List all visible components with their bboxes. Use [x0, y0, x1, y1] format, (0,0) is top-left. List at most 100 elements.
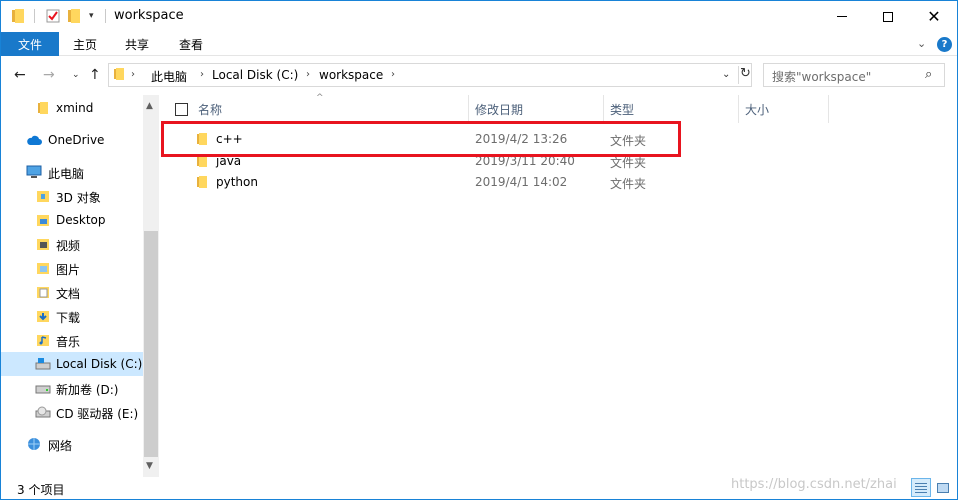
sidebar-item-label: 下载	[56, 311, 81, 325]
breadcrumb-separator-icon[interactable]: ›	[391, 69, 395, 80]
close-icon: ✕	[927, 6, 941, 26]
column-header-date[interactable]: 修改日期	[475, 95, 523, 123]
file-date: 2019/4/1 14:02	[475, 175, 568, 189]
details-view-button[interactable]	[911, 478, 931, 497]
customize-quick-access-icon[interactable]: ▾	[89, 8, 94, 24]
large-icons-view-icon	[937, 482, 949, 493]
maximize-button[interactable]	[865, 1, 911, 32]
cd-drive-icon	[35, 404, 51, 420]
breadcrumb-separator-icon[interactable]: ›	[200, 69, 204, 80]
column-divider[interactable]	[603, 95, 604, 123]
explorer-window: ▾ workspace ✕ 文件 主页 共享 查看 ⌄ ? ← → ⌄ ↑ › …	[0, 0, 958, 500]
folder-icon	[12, 8, 24, 24]
tab-home[interactable]: 主页	[73, 32, 97, 56]
sidebar-item-label: OneDrive	[48, 133, 105, 147]
sidebar-item-label: 图片	[56, 263, 81, 277]
column-divider[interactable]	[828, 95, 829, 123]
toolbar-divider	[105, 9, 106, 23]
file-name: python	[216, 175, 258, 189]
tab-view[interactable]: 查看	[179, 32, 203, 56]
column-divider[interactable]	[738, 95, 739, 123]
sidebar-item-downloads[interactable]: 下载	[1, 304, 143, 328]
help-icon[interactable]: ?	[937, 37, 952, 52]
forward-arrow-icon[interactable]: →	[43, 67, 55, 83]
select-all-checkbox[interactable]	[175, 103, 188, 116]
network-icon	[26, 436, 42, 452]
sidebar-item-label: 视频	[56, 239, 81, 253]
sort-ascending-icon: ^	[316, 93, 324, 103]
sidebar-item-pictures[interactable]: 图片	[1, 256, 143, 280]
scroll-down-arrow-icon[interactable]: ▼	[146, 461, 153, 471]
sidebar-item-network[interactable]: 网络	[1, 432, 143, 456]
breadcrumb-local-disk[interactable]: Local Disk (C:)	[212, 68, 298, 82]
drive-icon	[35, 380, 51, 396]
sidebar-item-label: Local Disk (C:)	[56, 357, 143, 371]
file-type: 文件夹	[610, 177, 647, 191]
scrollbar-thumb[interactable]	[144, 231, 158, 457]
this-pc-icon	[26, 164, 42, 180]
up-arrow-icon[interactable]: ↑	[89, 67, 101, 83]
minimize-button[interactable]	[819, 1, 865, 32]
sidebar-item-local-disk-c[interactable]: Local Disk (C:)	[1, 352, 143, 376]
tab-file[interactable]: 文件	[1, 32, 59, 56]
sidebar-item-label: 网络	[48, 439, 73, 453]
search-input[interactable]: 搜索"workspace" ⌕	[763, 63, 945, 87]
properties-icon[interactable]	[46, 8, 60, 24]
breadcrumb-workspace[interactable]: workspace	[319, 68, 383, 82]
folder-icon	[197, 176, 207, 188]
local-disk-icon	[35, 356, 51, 372]
navigation-bar: ← → ⌄ ↑ › 此电脑 › Local Disk (C:) › worksp…	[1, 57, 957, 94]
navigation-pane: xmind OneDrive 此电脑 3D 对象 Desktop 视频 图片 文…	[1, 95, 159, 477]
breadcrumb-separator-icon[interactable]: ›	[306, 69, 310, 80]
videos-icon	[35, 236, 51, 252]
sidebar-item-label: 新加卷 (D:)	[56, 383, 119, 397]
sidebar-item-this-pc[interactable]: 此电脑	[1, 160, 143, 184]
folder-icon	[35, 100, 51, 116]
folder-icon	[114, 68, 124, 80]
sidebar-item-documents[interactable]: 文档	[1, 280, 143, 304]
address-dropdown-chevron-icon[interactable]: ⌄	[722, 69, 730, 80]
sidebar-item-label: 音乐	[56, 335, 81, 349]
sidebar-item-cd-drive-e[interactable]: CD 驱动器 (E:)	[1, 400, 143, 424]
column-header-name[interactable]: 名称	[198, 95, 222, 123]
sidebar-item-music[interactable]: 音乐	[1, 328, 143, 352]
pictures-icon	[35, 260, 51, 276]
window-title: workspace	[114, 8, 184, 23]
column-header-type[interactable]: 类型	[610, 95, 634, 123]
scroll-up-arrow-icon[interactable]: ▲	[146, 101, 153, 111]
sidebar-item-label: 此电脑	[48, 167, 85, 181]
tab-share[interactable]: 共享	[125, 32, 149, 56]
search-icon[interactable]: ⌕	[925, 67, 932, 82]
sidebar-item-desktop[interactable]: Desktop	[1, 208, 143, 232]
column-header-size[interactable]: 大小	[745, 95, 769, 123]
file-list: ^ 名称 修改日期 类型 大小 c++ 2019/4/2 13:26 文件夹 j…	[159, 93, 957, 477]
close-button[interactable]: ✕	[911, 1, 957, 32]
sidebar-item-3d-objects[interactable]: 3D 对象	[1, 184, 143, 208]
toolbar-divider	[34, 9, 35, 23]
sidebar-scrollbar[interactable]: ▲ ▼	[143, 95, 159, 477]
expand-ribbon-chevron-icon[interactable]: ⌄	[917, 37, 926, 50]
onedrive-icon	[26, 132, 42, 148]
details-view-icon	[915, 482, 927, 493]
ribbon-tabs: 文件 主页 共享 查看 ⌄ ?	[1, 32, 957, 56]
sidebar-item-onedrive[interactable]: OneDrive	[1, 128, 143, 152]
large-icons-view-button[interactable]	[933, 478, 953, 497]
refresh-icon[interactable]: ↻	[738, 66, 752, 84]
new-folder-icon[interactable]	[68, 8, 80, 24]
breadcrumb-this-pc[interactable]: 此电脑	[151, 68, 187, 85]
item-count: 3 个项目	[17, 483, 65, 497]
back-arrow-icon[interactable]: ←	[14, 67, 26, 83]
watermark: https://blog.csdn.net/zhai	[731, 477, 897, 492]
column-divider[interactable]	[468, 95, 469, 123]
table-row[interactable]: python 2019/4/1 14:02 文件夹	[159, 172, 957, 193]
desktop-icon	[35, 212, 51, 228]
sidebar-item-drive-d[interactable]: 新加卷 (D:)	[1, 376, 143, 400]
red-highlight-box	[161, 121, 681, 157]
address-bar[interactable]: › 此电脑 › Local Disk (C:) › workspace › ⌄ …	[108, 63, 752, 87]
breadcrumb-separator-icon[interactable]: ›	[131, 69, 135, 80]
sidebar-item-xmind[interactable]: xmind	[1, 96, 143, 120]
sidebar-item-videos[interactable]: 视频	[1, 232, 143, 256]
maximize-icon	[883, 11, 893, 22]
minimize-icon	[837, 16, 847, 17]
recent-locations-chevron-icon[interactable]: ⌄	[72, 70, 80, 80]
